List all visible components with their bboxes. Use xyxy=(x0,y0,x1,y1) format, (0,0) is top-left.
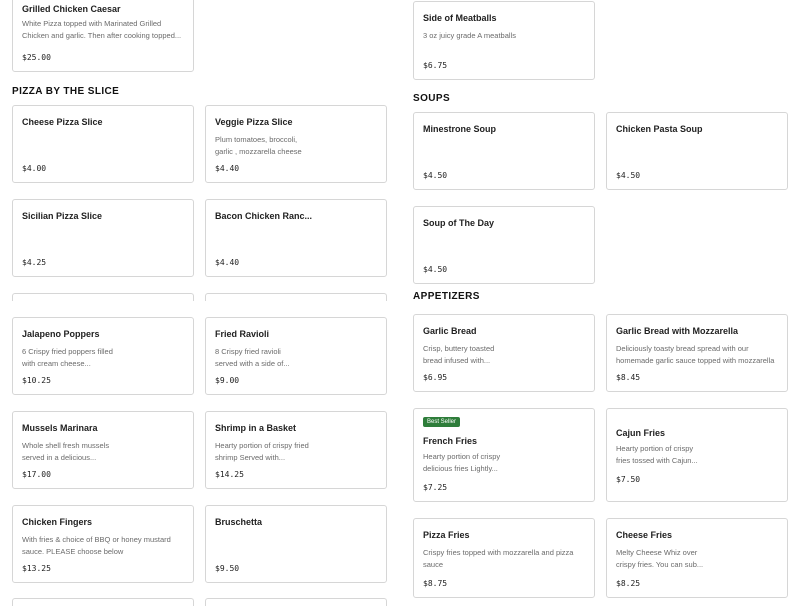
item-price: $17.00 xyxy=(22,470,51,479)
menu-item-grilled-chicken-caesar[interactable]: Grilled Chicken Caesar White Pizza toppe… xyxy=(12,0,194,72)
menu-item-veggie-pizza-slice[interactable]: Veggie Pizza Slice Plum tomatoes, brocco… xyxy=(205,105,387,183)
item-title: Mussels Marinara xyxy=(22,423,98,433)
item-price: $4.50 xyxy=(423,265,448,274)
menu-item-cheese-fries[interactable]: Cheese Fries Melty Cheese Whiz over cris… xyxy=(606,518,788,598)
item-title: Jalapeno Poppers xyxy=(22,329,100,339)
item-title: Bruschetta xyxy=(215,517,263,527)
item-price: $13.25 xyxy=(22,564,51,573)
menu-item-chicken-pasta-soup[interactable]: Chicken Pasta Soup $4.50 xyxy=(606,112,788,190)
item-title: Garlic Bread with Mozzarella xyxy=(616,326,739,336)
card-edge xyxy=(205,293,387,301)
menu-item-chicken-fingers[interactable]: Chicken Fingers With fries & choice of B… xyxy=(12,505,194,583)
item-title: Sicilian Pizza Slice xyxy=(22,211,103,221)
item-price: $7.25 xyxy=(423,483,448,492)
item-description: Hearty portion of crispy delicious fries… xyxy=(423,452,501,473)
item-price: $4.00 xyxy=(22,164,47,173)
item-price: $8.75 xyxy=(423,579,448,588)
item-title: Side of Meatballs xyxy=(423,13,497,23)
item-description: 8 Crispy fried ravioli served with a sid… xyxy=(215,347,290,368)
card-edge xyxy=(205,598,387,606)
item-title: Veggie Pizza Slice xyxy=(215,117,293,127)
item-price: $6.75 xyxy=(423,61,448,70)
menu-item-mussels-marinara[interactable]: Mussels Marinara Whole shell fresh musse… xyxy=(12,411,194,489)
item-price: $7.50 xyxy=(616,475,641,484)
card-edge xyxy=(12,293,194,301)
item-price: $4.25 xyxy=(22,258,47,267)
item-title: French Fries xyxy=(423,436,478,446)
item-description: White Pizza topped with Marinated Grille… xyxy=(22,19,182,40)
item-price: $14.25 xyxy=(215,470,244,479)
item-price: $6.95 xyxy=(423,373,448,382)
menu-item-soup-of-the-day[interactable]: Soup of The Day $4.50 xyxy=(413,206,595,284)
item-description: Plum tomatoes, broccoli, garlic , mozzar… xyxy=(215,135,302,156)
best-seller-badge: Best Seller xyxy=(423,417,461,427)
item-price: $4.40 xyxy=(215,258,240,267)
item-description: Whole shell fresh mussels served in a de… xyxy=(22,441,110,462)
item-title: Minestrone Soup xyxy=(423,124,497,134)
section-heading-pizza-slice: PIZZA BY THE SLICE xyxy=(12,86,120,97)
menu-item-fried-ravioli[interactable]: Fried Ravioli 8 Crispy fried ravioli ser… xyxy=(205,317,387,395)
item-title: Soup of The Day xyxy=(423,218,495,228)
menu-item-cheese-pizza-slice[interactable]: Cheese Pizza Slice $4.00 xyxy=(12,105,194,183)
menu-item-pizza-fries[interactable]: Pizza Fries Crispy fries topped with moz… xyxy=(413,518,595,598)
item-price: $25.00 xyxy=(22,53,51,62)
item-title: Fried Ravioli xyxy=(215,329,270,339)
item-description: 3 oz juicy grade A meatballs xyxy=(423,31,516,40)
item-title: Cajun Fries xyxy=(616,428,666,438)
item-title: Bacon Chicken Ranc... xyxy=(215,211,313,221)
menu-item-jalapeno-poppers[interactable]: Jalapeno Poppers 6 Crispy fried poppers … xyxy=(12,317,194,395)
item-title: Shrimp in a Basket xyxy=(215,423,297,433)
menu-item-side-of-meatballs[interactable]: Side of Meatballs 3 oz juicy grade A mea… xyxy=(413,1,595,80)
item-price: $4.40 xyxy=(215,164,240,173)
item-price: $4.50 xyxy=(423,171,448,180)
menu-item-shrimp-basket[interactable]: Shrimp in a Basket Hearty portion of cri… xyxy=(205,411,387,489)
item-title: Cheese Fries xyxy=(616,530,673,540)
item-title: Pizza Fries xyxy=(423,530,470,540)
item-title: Grilled Chicken Caesar xyxy=(22,4,121,14)
item-price: $10.25 xyxy=(22,376,51,385)
section-heading-appetizers: APPETIZERS xyxy=(413,292,480,300)
item-price: $8.45 xyxy=(616,373,641,382)
menu-item-french-fries[interactable]: Best Seller French Fries Hearty portion … xyxy=(413,408,595,502)
menu-item-cajun-fries[interactable]: Cajun Fries Hearty portion of crispy fri… xyxy=(606,408,788,502)
card-edge xyxy=(12,598,194,606)
menu-item-garlic-bread-mozzarella[interactable]: Garlic Bread with Mozzarella Deliciously… xyxy=(606,314,788,392)
item-title: Garlic Bread xyxy=(423,326,477,336)
item-title: Cheese Pizza Slice xyxy=(22,117,103,127)
menu-item-bruschetta[interactable]: Bruschetta $9.50 xyxy=(205,505,387,583)
menu-item-garlic-bread[interactable]: Garlic Bread Crisp, buttery toasted brea… xyxy=(413,314,595,392)
item-description: Deliciously toasty bread spread with our… xyxy=(616,344,775,365)
menu-item-bacon-chicken-ranch[interactable]: Bacon Chicken Ranc... $4.40 xyxy=(205,199,387,277)
item-description: Hearty portion of crispy fried shrimp Se… xyxy=(215,441,309,462)
item-description: Crisp, buttery toasted bread infused wit… xyxy=(423,344,495,365)
item-price: $9.50 xyxy=(215,564,240,573)
item-description: With fries & choice of BBQ or honey must… xyxy=(22,535,171,556)
item-title: Chicken Fingers xyxy=(22,517,93,527)
item-description: Crispy fries topped with mozzarella and … xyxy=(423,548,574,569)
item-title: Chicken Pasta Soup xyxy=(616,124,703,134)
item-description: 6 Crispy fried poppers filled with cream… xyxy=(22,347,113,368)
section-heading-soups: SOUPS xyxy=(413,93,451,104)
menu-item-minestrone-soup[interactable]: Minestrone Soup $4.50 xyxy=(413,112,595,190)
item-price: $4.50 xyxy=(616,171,641,180)
item-description: Hearty portion of crispy fries tossed wi… xyxy=(616,444,698,465)
item-description: Melty Cheese Whiz over crispy fries. You… xyxy=(616,548,704,569)
item-price: $9.00 xyxy=(215,376,240,385)
item-price: $8.25 xyxy=(616,579,641,588)
menu-item-sicilian-pizza-slice[interactable]: Sicilian Pizza Slice $4.25 xyxy=(12,199,194,277)
